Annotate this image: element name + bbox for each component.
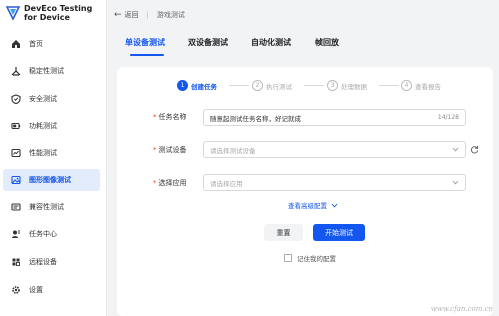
refresh-icon[interactable]	[470, 145, 479, 154]
deveco-logo-icon	[6, 6, 20, 20]
sidebar-item-label: 安全测试	[29, 95, 57, 103]
required-mark: *	[153, 179, 157, 187]
step-view-report: 4 查看报告	[401, 80, 441, 91]
sidebar-item-stability[interactable]: 稳定性测试	[3, 60, 100, 82]
tab-automation[interactable]: 自动化测试	[251, 37, 291, 48]
required-mark: *	[153, 146, 157, 154]
task-name-label: * 任务名称	[153, 113, 187, 121]
step-label: 查看报告	[415, 82, 441, 91]
app-title: DevEco Testing for Device	[24, 4, 93, 22]
start-test-button[interactable]: 开始测试	[313, 224, 365, 241]
sidebar-item-label: 远程设备	[29, 258, 57, 266]
step-number: 4	[401, 80, 412, 91]
step-label: 处理数据	[341, 82, 367, 91]
sidebar-item-label: 图形图像测试	[29, 176, 71, 184]
performance-icon	[8, 145, 24, 161]
remote-device-icon	[8, 254, 24, 270]
chevron-down-icon	[452, 180, 459, 185]
remember-config-option[interactable]: 记住我的配置	[284, 253, 336, 263]
sidebar-item-label: 设置	[29, 286, 43, 294]
tab-frame-replay[interactable]: 帧回放	[315, 37, 339, 48]
device-placeholder: 请选择测试设备	[210, 146, 256, 155]
sidebar-item-label: 兼容性测试	[29, 203, 64, 211]
app-label: * 选择应用	[153, 179, 187, 187]
watermark: www.cfan.com.cn	[430, 305, 493, 313]
back-arrow-icon[interactable]: ←	[114, 10, 122, 20]
step-process-data: 3 处理数据	[327, 80, 367, 91]
step-run-test: 2 执行测试	[252, 80, 292, 91]
reset-button[interactable]: 重置	[264, 224, 303, 241]
breadcrumb-divider: |	[146, 11, 149, 19]
step-number: 2	[252, 80, 263, 91]
sidebar-item-remote-device[interactable]: 远程设备	[3, 251, 100, 273]
task-form-card: 1 创建任务 2 执行测试 3 处理数据 4 查看报告 * 任务名称 随意起测试任…	[117, 67, 493, 316]
chevron-down-icon	[452, 147, 459, 152]
char-counter: 14/128	[437, 114, 459, 121]
step-connector	[304, 85, 324, 86]
compatibility-icon	[8, 199, 24, 215]
app-brand: DevEco Testing for Device	[0, 0, 107, 29]
device-label: * 测试设备	[153, 146, 187, 154]
device-select[interactable]: 请选择测试设备	[203, 141, 466, 158]
gear-icon	[8, 282, 24, 298]
shield-icon	[8, 91, 24, 107]
power-icon	[8, 118, 24, 134]
remember-label: 记住我的配置	[297, 255, 336, 263]
tab-dual-device[interactable]: 双设备测试	[188, 37, 228, 48]
sidebar-item-security[interactable]: 安全测试	[3, 88, 100, 110]
stability-icon	[8, 63, 24, 79]
app-select[interactable]: 请选择应用	[203, 174, 466, 191]
back-button[interactable]: 返回	[125, 10, 139, 20]
advanced-config-link[interactable]: 查看高级配置	[288, 200, 338, 210]
app-placeholder: 请选择应用	[210, 179, 243, 188]
step-connector	[229, 85, 249, 86]
sidebar-item-graphics[interactable]: 图形图像测试	[3, 169, 100, 191]
task-name-input[interactable]: 随意起测试任务名称，好记就成 14/128	[203, 109, 466, 126]
breadcrumb-current: 游戏测试	[156, 11, 185, 19]
active-tab-indicator	[130, 54, 164, 56]
topbar: ← 返回 | 游戏测试	[108, 0, 499, 30]
sidebar-item-power[interactable]: 功耗测试	[3, 115, 100, 137]
sidebar-item-label: 首页	[29, 40, 43, 48]
step-number: 1	[177, 80, 188, 91]
sidebar-item-performance[interactable]: 性能测试	[3, 142, 100, 164]
step-connector	[379, 85, 399, 86]
sidebar-item-settings[interactable]: 设置	[3, 279, 100, 301]
sidebar-item-label: 稳定性测试	[29, 67, 64, 75]
step-create-task: 1 创建任务	[177, 80, 217, 91]
tab-bar: 单设备测试 双设备测试 自动化测试 帧回放	[108, 30, 499, 60]
chevron-down-icon	[331, 203, 338, 207]
tab-single-device[interactable]: 单设备测试	[125, 37, 165, 48]
sidebar: DevEco Testing for Device 首页 稳定性测试 安全测试 …	[0, 0, 107, 316]
task-icon	[8, 226, 24, 242]
home-icon	[8, 36, 24, 52]
sidebar-item-task-center[interactable]: 任务中心	[3, 223, 100, 245]
image-icon	[8, 172, 24, 188]
sidebar-item-label: 功耗测试	[29, 122, 57, 130]
step-number: 3	[327, 80, 338, 91]
remember-checkbox[interactable]	[284, 254, 292, 262]
step-label: 创建任务	[191, 82, 217, 91]
sidebar-item-label: 性能测试	[29, 149, 57, 157]
task-name-value: 随意起测试任务名称，好记就成	[210, 114, 301, 123]
step-label: 执行测试	[266, 82, 292, 91]
sidebar-item-home[interactable]: 首页	[3, 33, 100, 55]
breadcrumb: ← 返回 | 游戏测试	[114, 10, 185, 20]
required-mark: *	[153, 113, 157, 121]
sidebar-item-compatibility[interactable]: 兼容性测试	[3, 196, 100, 218]
sidebar-item-label: 任务中心	[29, 230, 57, 238]
